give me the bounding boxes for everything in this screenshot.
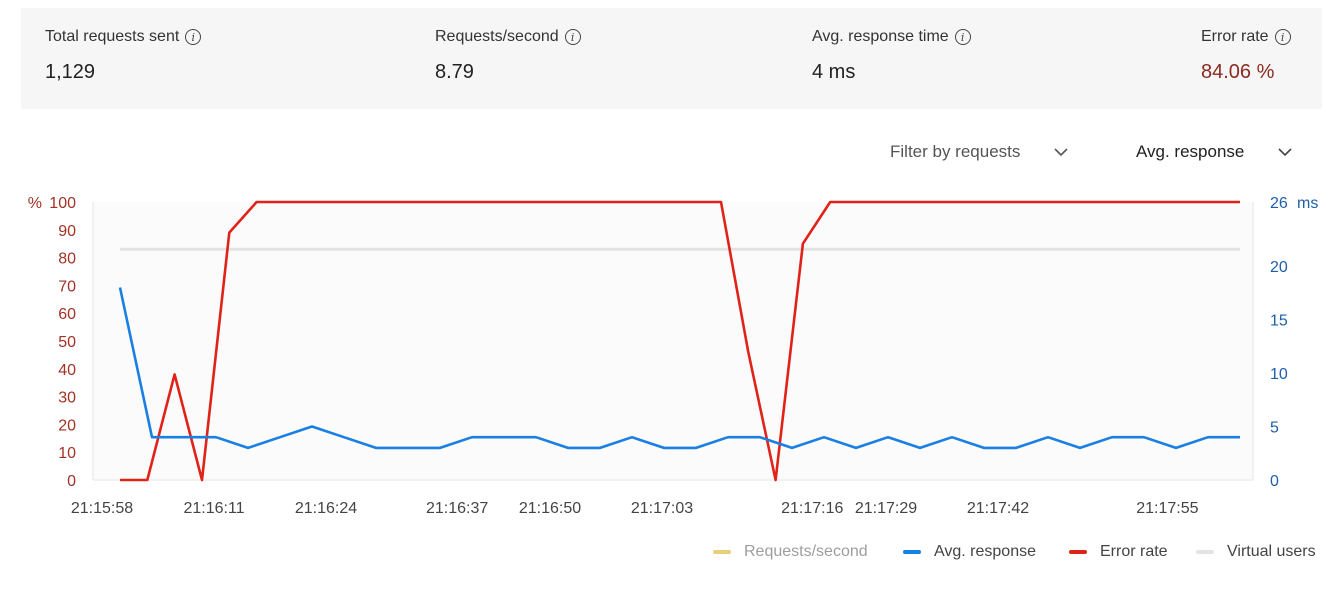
legend-item-avg-response[interactable]: Avg. response xyxy=(903,543,1036,561)
legend-label: Error rate xyxy=(1100,543,1168,560)
x-tick-label: 21:17:42 xyxy=(967,500,1029,517)
x-tick-label: 21:17:55 xyxy=(1136,500,1198,517)
legend-swatch xyxy=(1196,550,1214,554)
x-tick-label: 21:16:24 xyxy=(295,500,357,517)
x-tick-label: 21:16:37 xyxy=(426,500,488,517)
y-left-tick-label: 50 xyxy=(58,334,76,351)
y-left-tick-label: 40 xyxy=(58,362,76,379)
y-right-tick-label: 10 xyxy=(1270,366,1288,383)
legend-item-virtual-users[interactable]: Virtual users xyxy=(1196,543,1316,561)
legend-swatch xyxy=(1069,550,1087,554)
legend-label: Avg. response xyxy=(934,543,1036,560)
y-left-tick-label: 80 xyxy=(58,251,76,268)
y-left-tick-label: 100 xyxy=(49,195,76,212)
legend-swatch xyxy=(713,550,731,554)
legend-label: Virtual users xyxy=(1227,543,1316,560)
x-tick-label: 21:17:16 xyxy=(781,500,843,517)
y-left-tick-label: 0 xyxy=(67,473,76,490)
x-axis: 21:15:58 21:16:11 21:16:24 21:16:37 21:16:50… xyxy=(71,500,1199,517)
legend-item-requests-second[interactable]: Requests/second xyxy=(713,543,868,561)
y-left-tick-label: 20 xyxy=(58,417,76,434)
y-right-tick-label: 20 xyxy=(1270,259,1288,276)
y-left-tick-label: 90 xyxy=(58,223,76,240)
y-left-tick-label: 70 xyxy=(58,278,76,295)
legend-item-error-rate[interactable]: Error rate xyxy=(1069,543,1168,561)
x-tick-label: 21:17:03 xyxy=(631,500,693,517)
y-right-unit-label: ms xyxy=(1297,195,1318,212)
x-tick-label: 21:16:50 xyxy=(519,500,581,517)
y-left-tick-label: 60 xyxy=(58,306,76,323)
y-axis-right: 0 5 10 15 20 26 ms xyxy=(1270,195,1318,490)
y-axis-left: 0 10 20 30 40 50 60 70 80 90 100% xyxy=(28,195,76,490)
y-left-tick-label: 10 xyxy=(58,445,76,462)
y-left-tick-label: 30 xyxy=(58,390,76,407)
y-right-tick-label: 26 xyxy=(1270,195,1288,212)
y-right-tick-label: 15 xyxy=(1270,313,1288,330)
y-right-tick-label: 5 xyxy=(1270,420,1279,437)
performance-chart: 0 10 20 30 40 50 60 70 80 90 100% 0 5 10 15 20 26 ms 21:… xyxy=(28,195,1319,517)
legend-swatch xyxy=(903,550,921,554)
x-tick-label: 21:17:29 xyxy=(855,500,917,517)
plot-area-background xyxy=(93,202,1253,480)
y-right-tick-label: 0 xyxy=(1270,473,1279,490)
y-left-unit-label: % xyxy=(28,195,42,212)
x-tick-label: 21:16:11 xyxy=(183,500,244,517)
legend-label: Requests/second xyxy=(744,543,868,560)
x-tick-label: 21:15:58 xyxy=(71,500,133,517)
